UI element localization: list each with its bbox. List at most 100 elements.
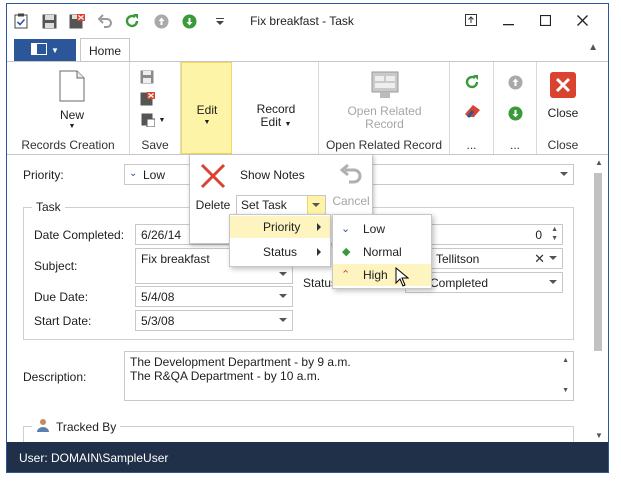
next-record-icon[interactable] bbox=[181, 13, 197, 29]
chevron-down-icon: ▼ bbox=[203, 119, 211, 126]
close-icon bbox=[550, 72, 576, 101]
assigned-to-field[interactable]: Tellitson ✕ bbox=[430, 248, 563, 269]
chevron-down-icon bbox=[312, 203, 320, 207]
user-icon bbox=[36, 418, 50, 435]
open-related-record-button[interactable]: Open Related Record bbox=[319, 64, 450, 131]
current-user-text: User: DOMAIN\SampleUser bbox=[19, 451, 169, 465]
cancel-label: Cancel bbox=[332, 194, 370, 208]
priority-option-high[interactable]: ⌃ High bbox=[333, 264, 431, 286]
set-task-dropdown-button[interactable] bbox=[307, 196, 325, 214]
form-scrollbar[interactable]: ▲ ▼ bbox=[591, 155, 607, 442]
scrollbar-thumb[interactable] bbox=[594, 173, 602, 351]
delete-button[interactable]: Delete bbox=[190, 155, 236, 213]
tab-home[interactable]: Home bbox=[80, 38, 130, 62]
cancel-button[interactable]: Cancel bbox=[328, 155, 374, 213]
backstage-icon bbox=[31, 42, 48, 58]
spin-down-icon[interactable]: ▼ bbox=[551, 235, 558, 242]
chevron-down-icon bbox=[279, 318, 287, 322]
chevron-right-icon bbox=[317, 223, 321, 231]
priority-option-low[interactable]: ⌄ Low bbox=[333, 218, 431, 240]
new-document-icon bbox=[59, 70, 85, 105]
set-task-label: Set Task bbox=[241, 198, 287, 212]
scroll-up-icon[interactable]: ▲ bbox=[595, 158, 603, 167]
minimize-button[interactable] bbox=[497, 10, 519, 30]
due-date-field[interactable]: 5/4/08 bbox=[135, 286, 293, 307]
edit-button-label: Edit bbox=[196, 103, 218, 117]
status-value: Completed bbox=[430, 276, 489, 290]
scroll-down-icon[interactable]: ▼ bbox=[595, 431, 603, 440]
collapse-ribbon-icon[interactable]: ▲ bbox=[588, 42, 598, 53]
save-new-icon[interactable]: ▼ bbox=[138, 112, 168, 128]
low-priority-icon: ⌄ bbox=[129, 168, 138, 179]
low-priority-icon: ⌄ bbox=[341, 223, 351, 235]
group-open-related-record: Open Related Record Open Related Record bbox=[319, 62, 450, 154]
date-completed-label: Date Completed: bbox=[34, 228, 125, 242]
task-window: Fix breakfast - Task ▼ Home ▲ New ▼ Reco… bbox=[6, 3, 609, 473]
save-close-icon[interactable] bbox=[138, 91, 156, 107]
show-notes-button[interactable]: Show Notes bbox=[240, 164, 305, 186]
maximize-button[interactable] bbox=[534, 10, 556, 30]
chevron-down-icon: ▼ bbox=[68, 123, 76, 130]
clear-icon[interactable]: ✕ bbox=[534, 251, 545, 267]
next-record-icon[interactable] bbox=[506, 105, 524, 121]
subject-label: Subject: bbox=[34, 259, 78, 273]
record-edit-button[interactable]: Record Edit ▼ bbox=[233, 103, 319, 131]
subject-value: Fix breakfast bbox=[141, 252, 210, 266]
description-field[interactable]: The Development Department - by 9 a.m. T… bbox=[124, 351, 574, 401]
save-icon[interactable] bbox=[138, 69, 156, 85]
chevron-down-icon bbox=[549, 256, 557, 260]
submenu-status[interactable]: Status bbox=[230, 241, 330, 263]
submenu-status-label: Status bbox=[263, 245, 298, 259]
group-records-creation: New ▼ Records Creation bbox=[7, 62, 130, 154]
restore-layout-icon[interactable] bbox=[460, 10, 482, 30]
scroll-up-icon[interactable]: ▲ bbox=[562, 354, 569, 368]
set-task-combo[interactable]: Set Task bbox=[236, 195, 326, 215]
submenu-priority[interactable]: Priority bbox=[230, 216, 330, 238]
set-task-submenu: Priority Status bbox=[229, 214, 331, 267]
chevron-down-icon: ▼ bbox=[51, 45, 59, 55]
prev-record-icon[interactable] bbox=[506, 74, 524, 90]
task-groupbox-title: Task bbox=[32, 200, 65, 214]
group-label-close: Close bbox=[547, 138, 579, 152]
group-refresh: ... bbox=[450, 62, 494, 154]
chevron-down-icon bbox=[279, 272, 287, 276]
refresh-icon[interactable] bbox=[124, 13, 140, 29]
record-edit-label-line2: Edit ▼ bbox=[261, 116, 292, 131]
scroll-down-icon[interactable]: ▼ bbox=[562, 384, 569, 398]
task-icon bbox=[13, 13, 29, 29]
description-label: Description: bbox=[23, 370, 87, 384]
eraser-icon[interactable] bbox=[463, 103, 481, 119]
spin-up-icon[interactable]: ▲ bbox=[551, 226, 558, 233]
new-button-label: New bbox=[59, 108, 84, 122]
edit-button[interactable]: Edit ▼ bbox=[181, 103, 233, 126]
description-line: The R&QA Department - by 10 a.m. bbox=[130, 369, 321, 383]
save-icon[interactable] bbox=[41, 13, 57, 29]
customize-qat-icon[interactable] bbox=[212, 13, 228, 29]
group-edit: Edit ▼ bbox=[181, 62, 233, 154]
group-label-records-creation: Records Creation bbox=[21, 138, 115, 152]
file-menu-button[interactable]: ▼ bbox=[14, 39, 76, 61]
delete-label: Delete bbox=[195, 198, 231, 212]
start-date-field[interactable]: 5/3/08 bbox=[135, 310, 293, 331]
start-date-value: 5/3/08 bbox=[141, 314, 175, 328]
title-bar: Fix breakfast - Task bbox=[7, 4, 608, 37]
ribbon-tabstrip: ▼ Home ▲ bbox=[7, 37, 608, 62]
priority-submenu: ⌄ Low ◆ Normal ⌃ High bbox=[332, 214, 432, 289]
percent-complete-spin[interactable]: 0 ▲ ▼ bbox=[430, 224, 563, 245]
refresh-icon[interactable] bbox=[463, 74, 481, 90]
save-close-icon[interactable] bbox=[69, 13, 85, 29]
description-line: The Development Department - by 9 a.m. bbox=[130, 355, 351, 369]
status-bar: User: DOMAIN\SampleUser bbox=[7, 442, 608, 472]
date-completed-value: 6/26/14 bbox=[141, 228, 182, 242]
open-related-label-line2: Record bbox=[365, 117, 404, 131]
undo-icon[interactable] bbox=[97, 13, 113, 29]
chevron-down-icon bbox=[549, 280, 557, 284]
group-close: Close Close bbox=[537, 62, 589, 154]
close-button[interactable]: Close bbox=[537, 64, 589, 120]
priority-option-normal[interactable]: ◆ Normal bbox=[333, 241, 431, 263]
close-window-button[interactable] bbox=[571, 10, 593, 30]
new-button[interactable]: New ▼ bbox=[47, 64, 97, 130]
priority-label: Priority: bbox=[23, 168, 64, 182]
prev-record-icon[interactable] bbox=[153, 13, 169, 29]
undo-icon bbox=[339, 162, 363, 189]
